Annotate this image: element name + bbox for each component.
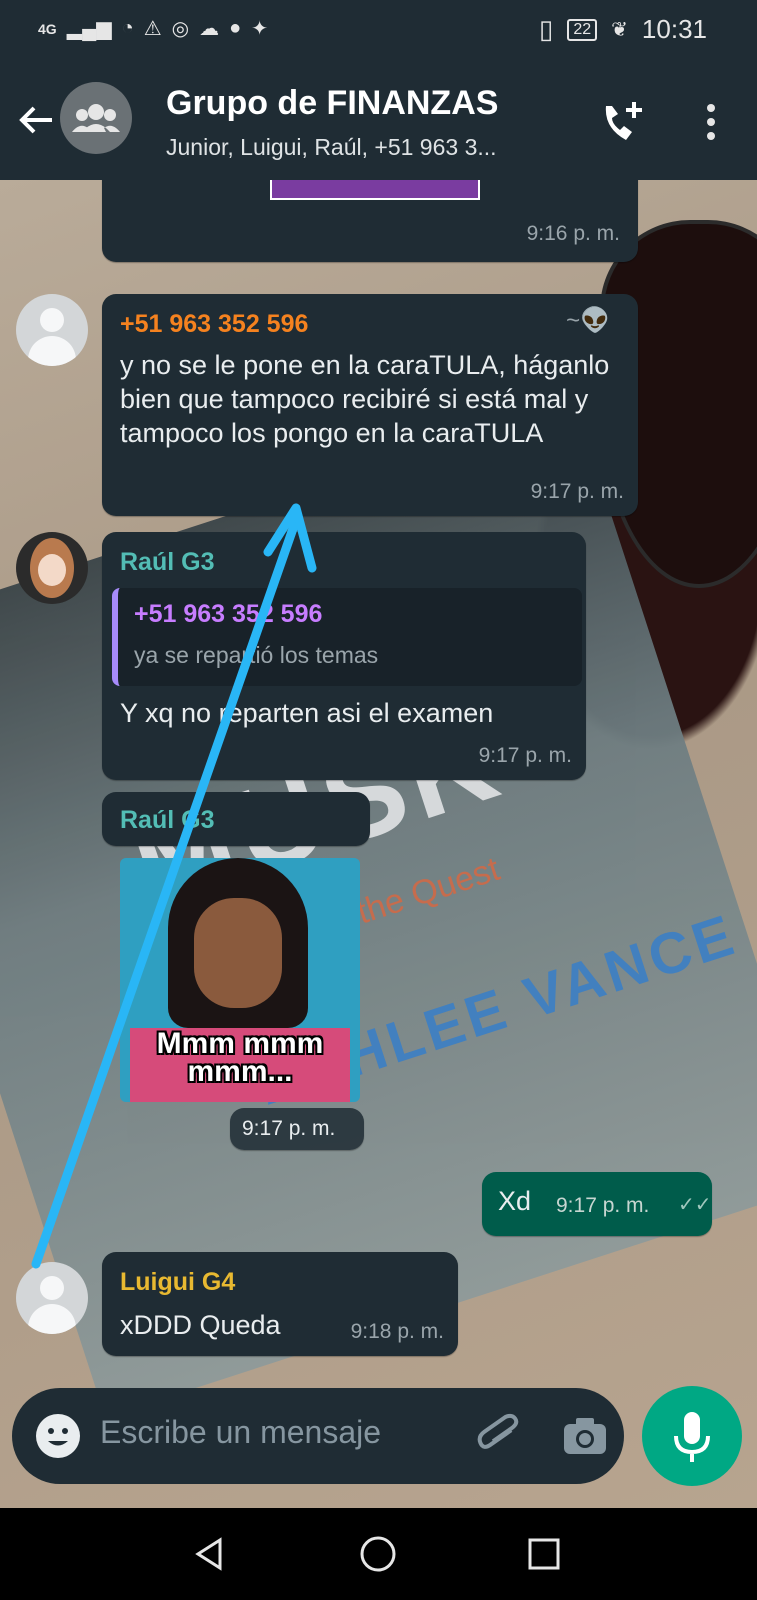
twitter-icon: ✦ (251, 18, 268, 40)
group-icon (72, 104, 120, 132)
group-title[interactable]: Grupo de FINANZAS (166, 84, 498, 123)
warning-icon: ⚠ (143, 18, 162, 40)
network-type: 4G (38, 20, 57, 37)
status-right: ▯ 22 ❦ 10:31 (539, 14, 707, 45)
vibrate-icon: ▯ (539, 14, 554, 44)
battery-indicator: 22 (567, 18, 598, 41)
group-members[interactable]: Junior, Luigui, Raúl, +51 963 3... (166, 134, 497, 161)
voice-message-button[interactable] (642, 1386, 742, 1486)
nav-home-icon[interactable] (358, 1534, 398, 1574)
group-avatar[interactable] (60, 82, 132, 154)
attach-icon[interactable] (474, 1410, 522, 1462)
chat-area[interactable]: MUSK and the Quest ASHLEE VANCE 9:16 p. … (0, 180, 757, 1508)
message-composer[interactable]: Escribe un mensaje (12, 1388, 624, 1484)
system-nav-bar (0, 1508, 757, 1600)
chat-icon: ● (229, 17, 242, 39)
message-input[interactable]: Escribe un mensaje (100, 1414, 381, 1451)
more-options-icon[interactable] (698, 100, 724, 144)
signal-icon: ▂▄▆ (66, 18, 112, 40)
back-arrow-icon[interactable] (14, 98, 58, 142)
nav-back-icon[interactable] (190, 1534, 230, 1574)
clock: 10:31 (641, 14, 707, 44)
cloud-icon: ☁ (199, 18, 220, 40)
emoji-icon[interactable] (32, 1410, 84, 1462)
nav-recents-icon[interactable] (526, 1536, 562, 1572)
microphone-icon (674, 1412, 710, 1462)
camera-icon[interactable] (560, 1412, 610, 1460)
add-call-icon[interactable] (598, 98, 648, 148)
chat-header: Grupo de FINANZAS Junior, Luigui, Raúl, … (0, 62, 757, 180)
annotation-arrow (31, 503, 317, 1269)
status-bar: 4G ▂▄▆ ◔ ⚠ ◎ ☁ ● ✦ ▯ 22 ❦ 10:31 (0, 0, 757, 62)
status-left: 4G ▂▄▆ ◔ ⚠ ◎ ☁ ● ✦ (38, 16, 268, 41)
leaf-icon: ❦ (611, 19, 628, 41)
wifi-icon: ◔ (121, 17, 134, 39)
instagram-icon: ◎ (171, 18, 190, 40)
